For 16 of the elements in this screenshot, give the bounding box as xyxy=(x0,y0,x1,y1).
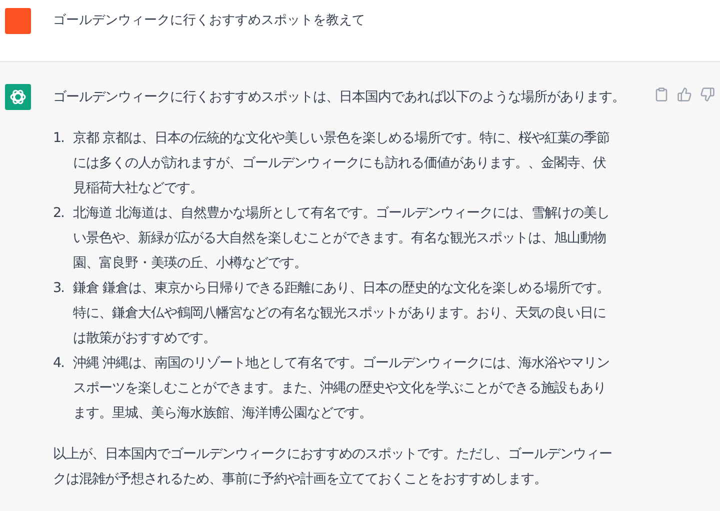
list-number: 1. xyxy=(53,129,65,148)
thumbs-down-icon[interactable] xyxy=(700,87,715,102)
list-number: 3. xyxy=(53,279,65,298)
user-avatar xyxy=(5,8,31,34)
list-item-text: 北海道 北海道は、自然豊かな場所として有名です。ゴールデンウィークには、雪解けの美しい景色や、新緑が広がる大自然を楽しむことができます。有名な観光スポットは、旭山動物園、富良野・美瑛の丘、小樽などです。 xyxy=(73,204,610,273)
user-message: ゴールデンウィークに行くおすすめスポットを教えて xyxy=(53,12,365,30)
list-number: 4. xyxy=(53,354,65,373)
list-number: 2. xyxy=(53,204,65,223)
clipboard-icon[interactable] xyxy=(654,87,669,102)
closing-paragraph: 以上が、日本国内でゴールデンウィークにおすすめのスポットです。ただし、ゴールデンウィークは混雑が予想されるため、事前に予約や計画を立てておくことをおすすめします。 xyxy=(53,445,613,489)
assistant-logo-icon xyxy=(5,84,31,110)
thumbs-up-icon[interactable] xyxy=(677,87,692,102)
list-item-text: 京都 京都は、日本の伝統的な文化や美しい景色を楽しめる場所です。特に、桜や紅葉の季節には多くの人が訪れますが、ゴールデンウィークにも訪れる価値があります。、金閣寺、伏見稲荷大社などです。 xyxy=(73,129,610,198)
intro-paragraph: ゴールデンウィークに行くおすすめスポットは、日本国内であれば以下のような場所があります。 xyxy=(53,88,626,107)
list-item-text: 鎌倉 鎌倉は、東京から日帰りできる距離にあり、日本の歴史的な文化を楽しめる場所です。特に、鎌倉大仏や鶴岡八幡宮などの有名な観光スポットがあります。おり、天気の良い日には散策がおすすめです。 xyxy=(73,279,610,348)
list-item-text: 沖縄 沖縄は、南国のリゾート地として有名です。ゴールデンウィークには、海水浴やマリンスポーツを楽しむことができます。また、沖縄の歴史や文化を学ぶことができる施設もあります。里城、美ら海水族館、海洋博公園などです。 xyxy=(73,354,610,423)
